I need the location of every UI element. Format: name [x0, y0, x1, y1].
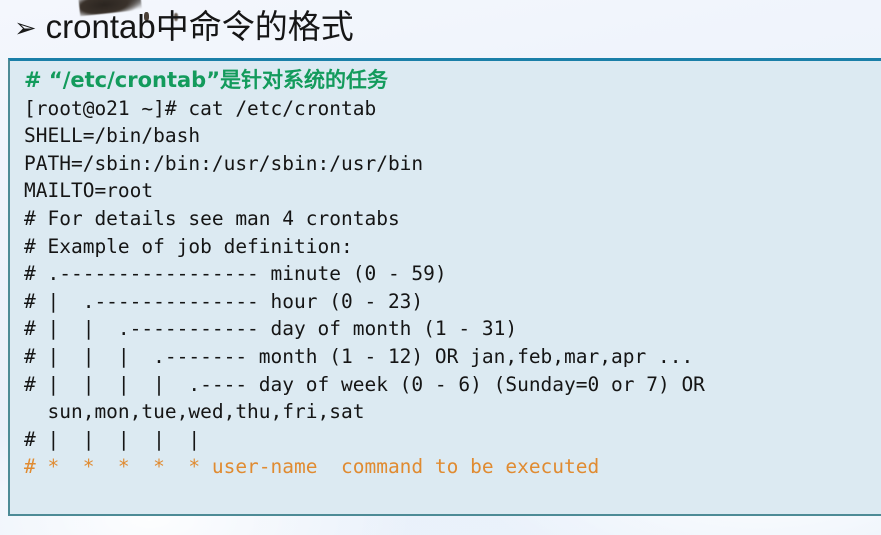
page-title: ➢ crontab中命令的格式 [14, 8, 354, 54]
code-block: # “/etc/crontab”是针对系统的任务 [root@o21 ~]# ca… [8, 58, 881, 516]
line-month: # | | | .------- month (1 - 12) OR jan,f… [24, 344, 694, 368]
line-day-names: sun,mon,tue,wed,thu,fri,sat [24, 400, 365, 424]
line-day-of-month: # | | .----------- day of month (1 - 31) [24, 317, 518, 341]
page-title-text: crontab中命令的格式 [45, 8, 354, 45]
line-shell: SHELL=/bin/bash [24, 124, 201, 148]
line-day-of-week: # | | | | .---- day of week (0 - 6) (Sun… [24, 372, 705, 396]
line-prompt-cat: [root@o21 ~]# cat /etc/crontab [24, 96, 377, 120]
line-mailto: MAILTO=root [24, 179, 154, 203]
slide-canvas: ➢ crontab中命令的格式 # “/etc/crontab”是针对系统的任务… [0, 0, 881, 535]
line-example-of-job: # Example of job definition: [24, 234, 353, 258]
line-comment-etc-crontab: # “/etc/crontab”是针对系统的任务 [24, 68, 389, 92]
code-lines-container: # “/etc/crontab”是针对系统的任务 [root@o21 ~]# ca… [24, 67, 881, 481]
line-hour: # | .-------------- hour (0 - 23) [24, 289, 424, 313]
line-stars-usage: # * * * * * user-name command to be exec… [24, 455, 600, 479]
bullet-arrow-icon: ➢ [14, 13, 37, 44]
line-pipes: # | | | | | [24, 427, 201, 451]
line-for-details: # For details see man 4 crontabs [24, 206, 400, 230]
line-minute: # .----------------- minute (0 - 59) [24, 262, 447, 286]
line-path: PATH=/sbin:/bin:/usr/sbin:/usr/bin [24, 151, 424, 175]
